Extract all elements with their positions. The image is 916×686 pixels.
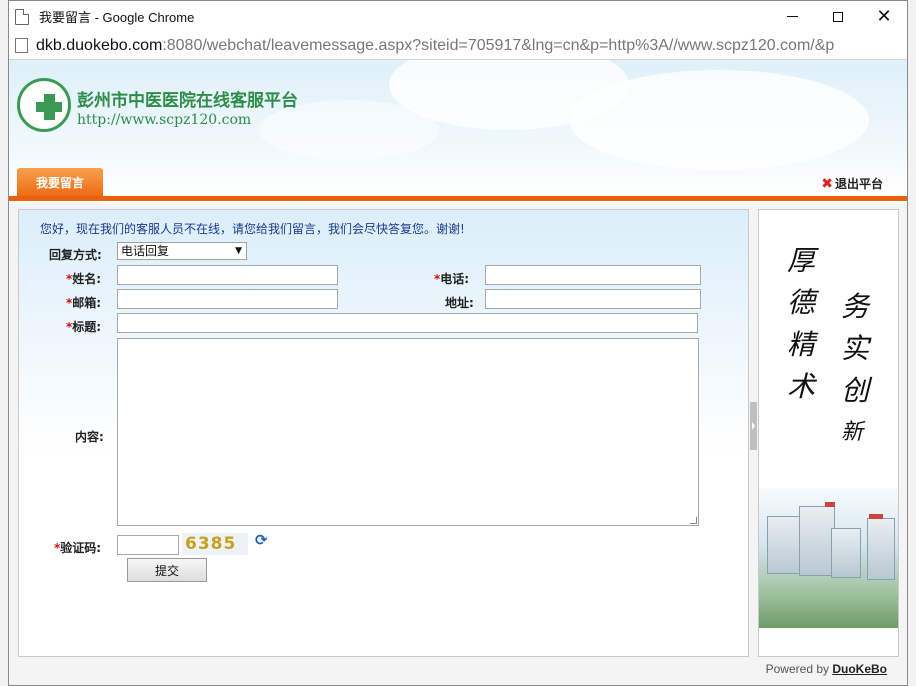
tab-bar: 我要留言 ✖ 退出平台 — [9, 168, 907, 196]
maximize-button[interactable] — [815, 1, 861, 32]
submit-button[interactable]: 提交 — [127, 558, 207, 582]
name-input[interactable] — [117, 265, 338, 285]
dropdown-arrow-icon: ▼ — [235, 246, 242, 256]
content-label: 内容: — [75, 430, 104, 444]
motto-col2: 务 实 创 新 — [841, 290, 870, 445]
content-area: 您好，现在我们的客服人员不在线，请您给我们留言，我们会尽快答复您。谢谢! 回复方… — [9, 202, 907, 685]
reply-method-label: 回复方式: — [49, 248, 102, 262]
page-info-icon — [15, 38, 28, 53]
maximize-icon — [833, 11, 843, 22]
side-banner: 厚 德 精 术 务 实 创 新 — [758, 209, 899, 657]
hospital-name: 彭州市中医医院在线客服平台 — [77, 91, 298, 111]
hospital-building-image — [759, 488, 898, 628]
orange-divider — [9, 196, 907, 201]
close-button[interactable]: ✕ — [861, 1, 907, 32]
address-input[interactable] — [485, 289, 701, 309]
minimize-button[interactable] — [769, 1, 815, 32]
offline-notice: 您好，现在我们的客服人员不在线，请您给我们留言，我们会尽快答复您。谢谢! — [40, 222, 465, 236]
phone-input[interactable] — [485, 265, 701, 285]
address-label: 地址: — [445, 296, 474, 310]
url-host: dkb.duokebo.com — [36, 36, 163, 54]
cloud-decoration — [569, 70, 869, 170]
url-path: :8080/webchat/leavemessage.aspx?siteid=7… — [162, 36, 835, 54]
document-icon — [15, 8, 29, 25]
motto-col1: 厚 德 精 术 — [787, 244, 816, 403]
title-bar: 我要留言 - Google Chrome ✕ — [9, 1, 907, 32]
footer-credit: Powered by DuoKeBo — [765, 662, 887, 676]
captcha-label: *验证码: — [54, 541, 102, 555]
message-form: 您好，现在我们的客服人员不在线，请您给我们留言，我们会尽快答复您。谢谢! 回复方… — [18, 209, 749, 657]
resize-grip-icon[interactable] — [690, 517, 697, 524]
minimize-icon — [786, 16, 798, 17]
close-icon: ✕ — [876, 5, 892, 27]
window-title: 我要留言 - Google Chrome — [39, 10, 195, 25]
exit-platform-link[interactable]: ✖ 退出平台 — [821, 175, 883, 192]
email-label: *邮箱: — [66, 296, 102, 310]
email-input[interactable] — [117, 289, 338, 309]
popup-window: 我要留言 - Google Chrome ✕ dkb.duokebo.com:8… — [8, 0, 908, 686]
site-header: 彭州市中医医院在线客服平台 http://www.scpz120.com 我要留… — [9, 60, 907, 196]
address-bar[interactable]: dkb.duokebo.com:8080/webchat/leavemessag… — [9, 32, 907, 60]
hospital-url: http://www.scpz120.com — [77, 112, 252, 128]
refresh-captcha-icon[interactable]: ⟳ — [255, 532, 271, 548]
url-text[interactable]: dkb.duokebo.com:8080/webchat/leavemessag… — [36, 37, 834, 55]
window-controls: ✕ — [769, 1, 907, 32]
content-textarea[interactable] — [117, 338, 699, 526]
captcha-image: 6385 — [182, 533, 248, 555]
exit-icon: ✖ — [821, 175, 833, 192]
tab-leave-message[interactable]: 我要留言 — [17, 168, 103, 196]
hospital-logo — [17, 78, 71, 132]
captcha-input[interactable] — [117, 535, 179, 555]
exit-label: 退出平台 — [834, 177, 883, 191]
subject-input[interactable] — [117, 313, 698, 333]
phone-label: *电话: — [434, 272, 470, 286]
reply-method-value: 电话回复 — [121, 244, 170, 258]
subject-label: *标题: — [66, 320, 102, 334]
panel-splitter[interactable] — [750, 402, 757, 450]
reply-method-select[interactable]: 电话回复 ▼ — [117, 242, 247, 260]
name-label: *姓名: — [66, 272, 102, 286]
duokebo-link[interactable]: DuoKeBo — [832, 662, 887, 676]
